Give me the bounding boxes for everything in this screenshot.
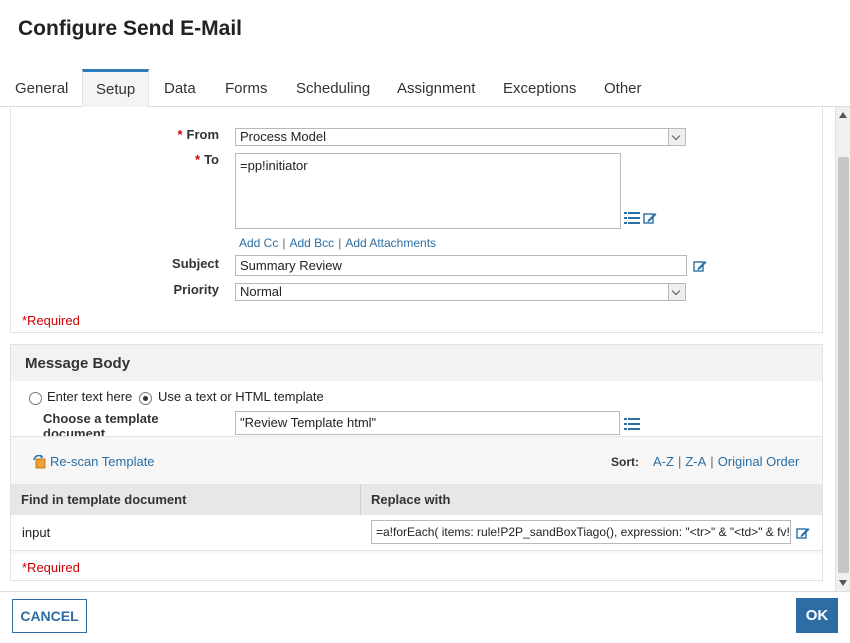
tab-assignment[interactable]: Assignment	[397, 69, 475, 107]
template-value: "Review Template html"	[240, 415, 377, 430]
email-settings-panel: * From Process Model * To =pp!initiator Ad…	[10, 107, 823, 333]
enter-text-label: Enter text here	[47, 389, 133, 404]
priority-select[interactable]: Normal	[235, 283, 686, 301]
rescan-icon[interactable]	[33, 454, 47, 469]
find-cell: input	[22, 525, 51, 540]
edit-icon[interactable]	[796, 526, 810, 540]
chevron-down-icon	[668, 129, 685, 145]
edit-icon[interactable]	[693, 259, 707, 273]
dialog-footer: CANCEL OK	[0, 591, 850, 643]
chevron-down-icon	[668, 284, 685, 300]
from-label: * From	[177, 127, 219, 142]
use-template-label: Use a text or HTML template	[158, 389, 324, 404]
required-star: *	[195, 152, 201, 167]
find-column-header: Find in template document	[11, 484, 361, 515]
cc-links: Add Cc | Add Bcc | Add Attachments	[239, 236, 437, 250]
tab-other[interactable]: Other	[604, 69, 642, 107]
to-value: =pp!initiator	[240, 158, 308, 173]
edit-icon[interactable]	[643, 211, 657, 225]
subject-label: Subject	[172, 256, 219, 271]
subject-value: Summary Review	[240, 258, 342, 273]
replace-column-header: Replace with	[361, 484, 822, 515]
scroll-thumb[interactable]	[838, 157, 849, 573]
rescan-template-link[interactable]: Re-scan Template	[50, 454, 155, 469]
dialog-title: Configure Send E-Mail	[18, 17, 243, 40]
required-note: *Required	[22, 313, 80, 328]
use-template-radio[interactable]	[139, 392, 152, 405]
scroll-down-icon[interactable]	[839, 580, 847, 586]
required-note: *Required	[22, 560, 80, 575]
priority-select-value: Normal	[240, 284, 282, 299]
enter-text-radio[interactable]	[29, 392, 42, 405]
message-body-panel: Message Body Enter text here Use a text …	[10, 344, 823, 581]
replace-input[interactable]: =a!forEach( items: rule!P2P_sandBoxTiago…	[371, 520, 791, 544]
add-cc-link[interactable]: Add Cc	[239, 236, 278, 250]
tab-scheduling[interactable]: Scheduling	[296, 69, 370, 107]
tab-data[interactable]: Data	[164, 69, 196, 107]
tab-forms[interactable]: Forms	[225, 69, 268, 107]
list-icon[interactable]	[624, 418, 640, 430]
tab-general[interactable]: General	[15, 69, 68, 107]
scroll-up-icon[interactable]	[839, 112, 847, 118]
template-mapping-section: Re-scan Template Sort: A-Z | Z-A | Original …	[11, 436, 822, 554]
setup-scroll-area: * From Process Model * To =pp!initiator Ad…	[0, 107, 850, 591]
add-bcc-link[interactable]: Add Bcc	[289, 236, 334, 250]
cancel-button[interactable]: CANCEL	[12, 599, 87, 633]
template-input[interactable]: "Review Template html"	[235, 411, 620, 435]
sort-za-link[interactable]: Z-A	[685, 454, 706, 469]
from-select-value: Process Model	[240, 129, 326, 144]
priority-label: Priority	[173, 282, 219, 297]
sort-label: Sort:	[611, 455, 639, 469]
to-textarea[interactable]: =pp!initiator	[235, 153, 621, 229]
list-icon[interactable]	[624, 212, 640, 224]
vertical-scrollbar[interactable]	[835, 107, 850, 591]
to-label: * To	[195, 152, 219, 167]
tab-exceptions[interactable]: Exceptions	[503, 69, 576, 107]
table-row: input =a!forEach( items: rule!P2P_sandBo…	[11, 515, 822, 551]
required-star: *	[177, 127, 183, 142]
sort-az-link[interactable]: A-Z	[653, 454, 674, 469]
add-attachments-link[interactable]: Add Attachments	[345, 236, 436, 250]
tab-bar: General Setup Data Forms Scheduling Assi…	[0, 69, 850, 107]
sort-original-link[interactable]: Original Order	[718, 454, 800, 469]
sort-options: A-Z | Z-A | Original Order	[653, 454, 800, 469]
message-body-heading: Message Body	[11, 345, 822, 381]
tab-setup[interactable]: Setup	[82, 69, 150, 107]
from-select[interactable]: Process Model	[235, 128, 686, 146]
subject-input[interactable]: Summary Review	[235, 255, 687, 276]
replace-value: =a!forEach( items: rule!P2P_sandBoxTiago…	[376, 525, 791, 539]
ok-button[interactable]: OK	[796, 598, 838, 633]
